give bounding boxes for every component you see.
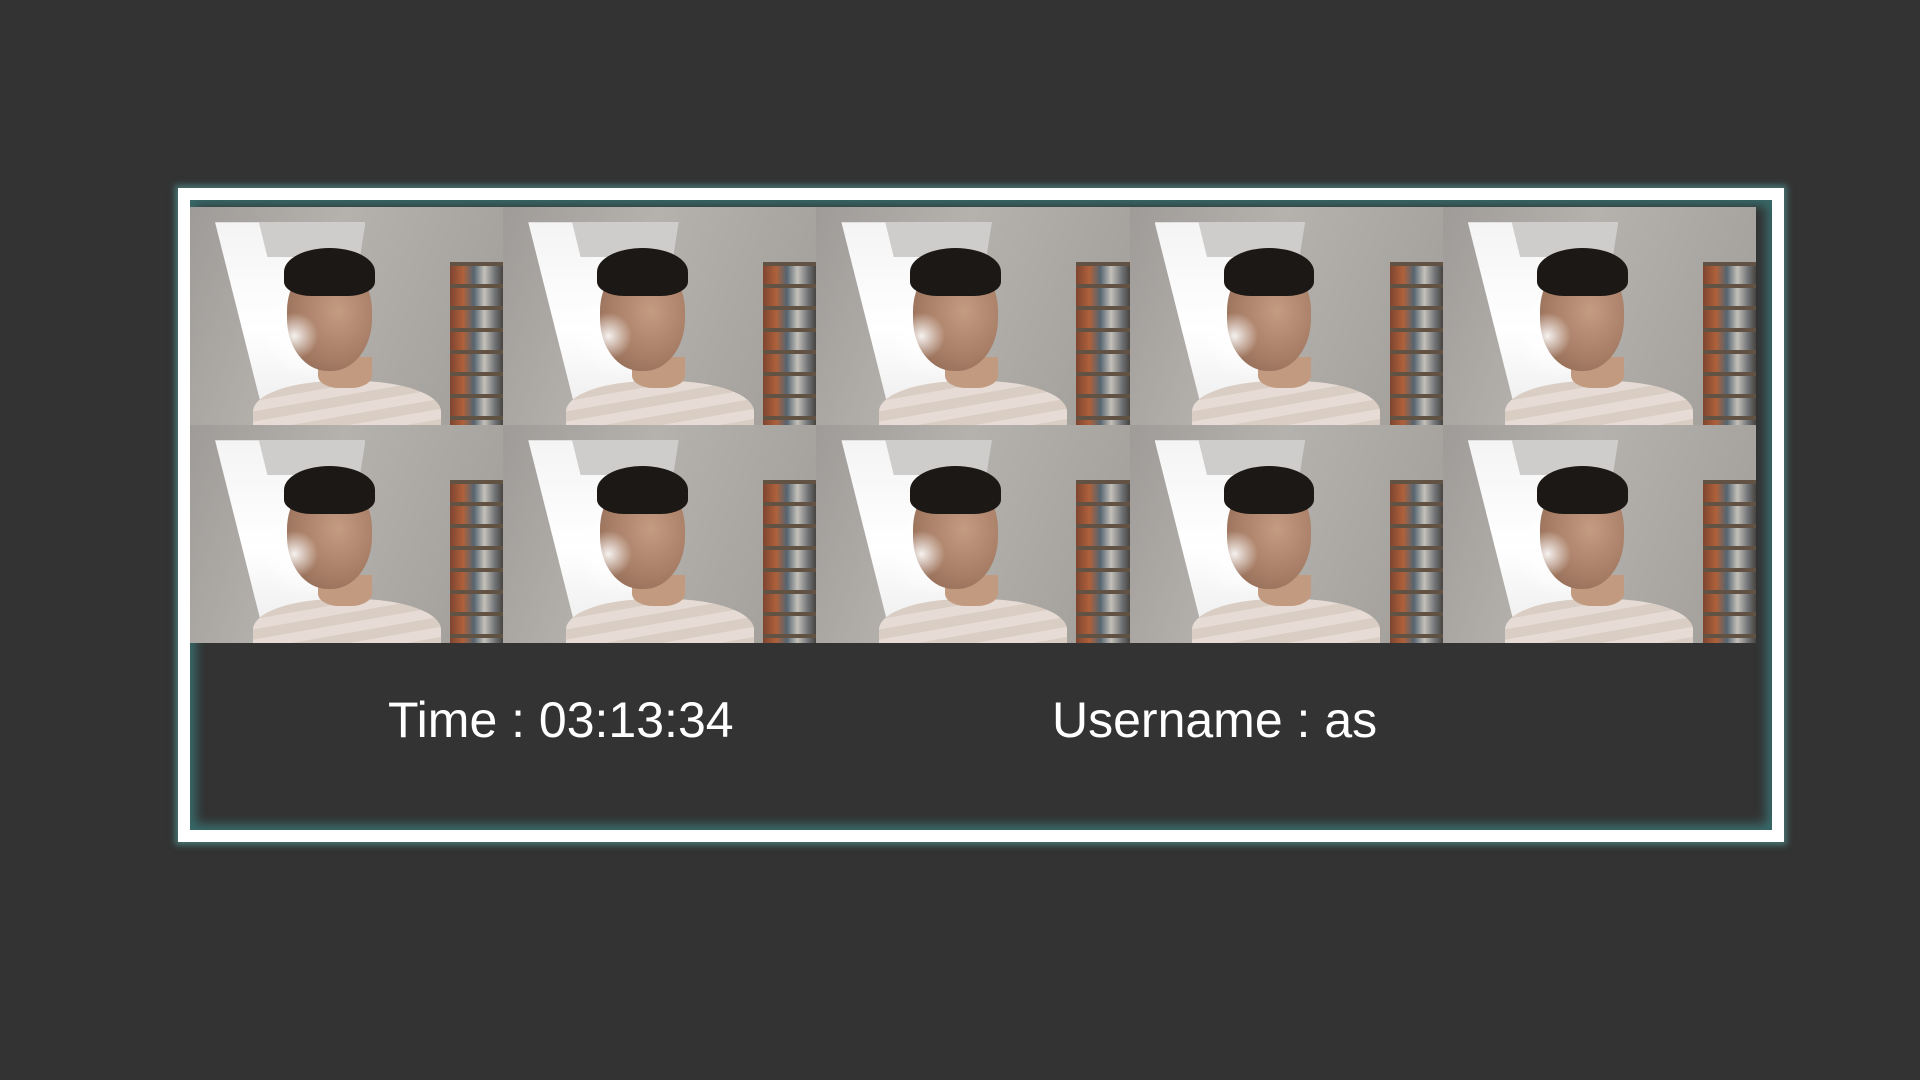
webcam-snapshot: [190, 425, 504, 643]
webcam-snapshot: [816, 207, 1130, 425]
webcam-snapshot: [503, 207, 817, 425]
webcam-snapshot: [1129, 425, 1443, 643]
webcam-snapshot: [1442, 425, 1756, 643]
snapshot-grid: [190, 207, 1756, 643]
webcam-snapshot: [1129, 207, 1443, 425]
username-label: Username : as: [1052, 692, 1378, 748]
time-label: Time : 03:13:34: [388, 692, 734, 748]
webcam-snapshot: [816, 425, 1130, 643]
webcam-snapshot: [503, 425, 817, 643]
webcam-snapshot: [1442, 207, 1756, 425]
webcam-snapshot: [190, 207, 504, 425]
